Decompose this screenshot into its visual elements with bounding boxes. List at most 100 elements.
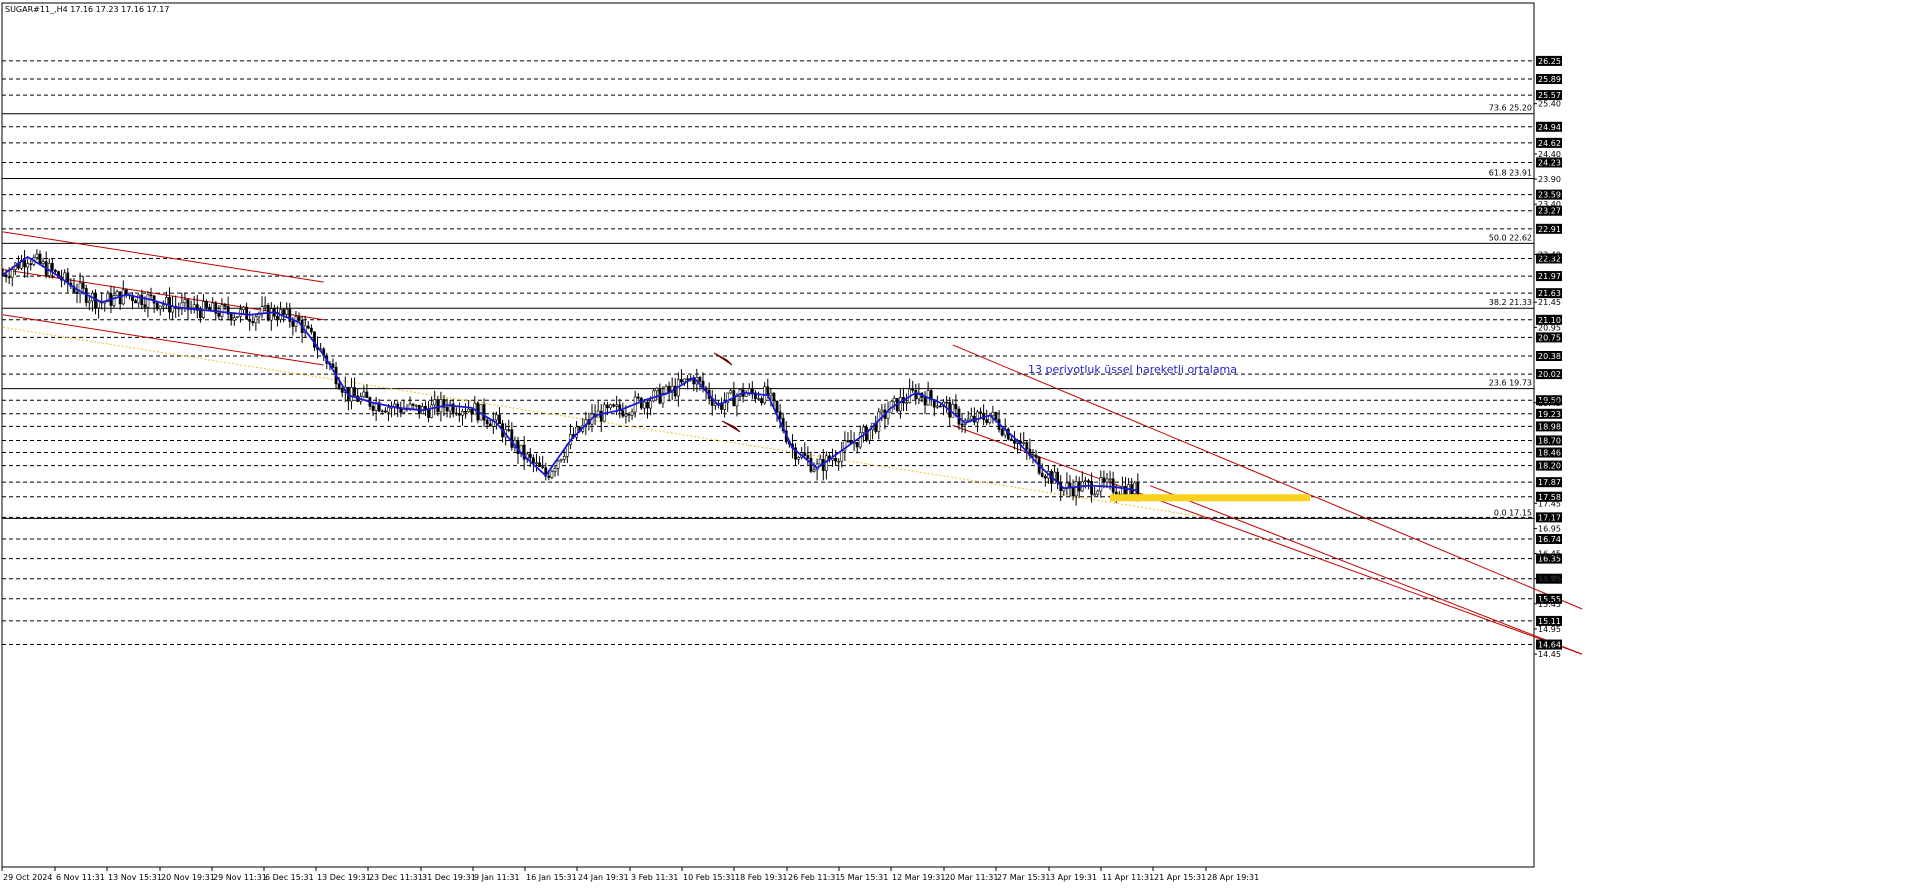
candle-body	[488, 423, 492, 427]
candle-body	[371, 405, 375, 411]
price-level-label: 25.89	[1538, 75, 1561, 84]
candle-body	[556, 460, 560, 469]
price-level-label: 23.59	[1538, 191, 1561, 200]
candle-body	[880, 409, 884, 413]
candle-body	[1090, 481, 1093, 495]
candle-body	[824, 455, 828, 472]
candle-body	[507, 429, 511, 431]
time-tick-label: 20 Nov 19:31	[161, 873, 215, 882]
candle-body	[297, 316, 301, 321]
price-level-label: 18.98	[1538, 422, 1561, 431]
candle-body	[383, 410, 387, 413]
price-level-label: 20.02	[1538, 370, 1561, 379]
time-tick-label: 31 Dec 19:31	[422, 873, 476, 882]
candle-body	[935, 405, 939, 408]
price-level-label: 22.91	[1538, 225, 1561, 234]
time-tick-label: 6 Dec 15:31	[265, 873, 314, 882]
price-level-label: 24.23	[1538, 158, 1561, 167]
candle-body	[945, 401, 949, 404]
candle-body	[445, 407, 449, 412]
candle-body	[192, 304, 196, 309]
candle-body	[840, 450, 844, 462]
candle-body	[81, 282, 85, 289]
candle-body	[158, 305, 162, 310]
candle-body	[649, 400, 652, 409]
candle-body	[97, 301, 100, 309]
price-level-label: 24.94	[1538, 123, 1561, 132]
candle-body	[923, 397, 927, 406]
candle-body	[803, 452, 807, 456]
candle-body	[939, 405, 942, 408]
time-tick-label: 26 Feb 11:31	[788, 873, 840, 882]
candle-body	[769, 392, 773, 396]
candle-body	[750, 388, 754, 394]
candle-body	[229, 313, 233, 321]
support-zone-rect	[1110, 494, 1310, 502]
candle-body	[427, 409, 430, 418]
candle-body	[775, 400, 779, 413]
candle-body	[10, 269, 14, 278]
candle-body	[87, 300, 91, 304]
candle-body	[541, 466, 545, 469]
candle-body	[553, 467, 557, 472]
candle-body	[94, 293, 97, 309]
candle-body	[680, 379, 683, 383]
price-level-label: 14.64	[1538, 641, 1561, 650]
candle-body	[454, 412, 458, 415]
candle-body	[1009, 438, 1013, 441]
candle-body	[969, 415, 973, 420]
candle-body	[309, 327, 313, 333]
candle-body	[411, 403, 415, 406]
candle-body	[340, 388, 344, 393]
candle-body	[683, 378, 686, 383]
time-tick-label: 9 Jan 11:31	[474, 873, 520, 882]
candle-body	[121, 289, 125, 305]
candle-body	[232, 317, 236, 321]
price-tick-label: 14.45	[1538, 650, 1561, 659]
price-level-label: 18.70	[1538, 436, 1561, 445]
candle-body	[402, 408, 406, 413]
candle-body	[1096, 490, 1100, 495]
price-tick-label: 14.95	[1538, 625, 1561, 634]
candle-body	[954, 404, 958, 410]
time-tick-label: 10 Feb 15:31	[683, 873, 735, 882]
candle-body	[914, 390, 918, 400]
candle-body	[686, 378, 689, 381]
fib-label: 73.6 25.20	[1489, 104, 1532, 113]
price-level-label: 18.20	[1538, 462, 1561, 471]
candle-body	[892, 397, 896, 402]
candle-body	[217, 312, 221, 317]
candle-body	[1031, 454, 1035, 457]
candle-body	[155, 302, 159, 310]
time-tick-label: 13 Dec 19:31	[317, 873, 371, 882]
candle-body	[664, 385, 668, 394]
price-tick-label: 16.45	[1538, 550, 1561, 559]
candle-body	[35, 253, 39, 259]
candle-body	[812, 469, 816, 472]
fib-label: 0.0 17.15	[1494, 508, 1532, 517]
time-tick-label: 29 Oct 2024	[3, 873, 52, 882]
candle-body	[806, 455, 810, 459]
time-tick-label: 5 Mar 15:31	[840, 873, 888, 882]
candle-body	[254, 316, 258, 324]
candle-body	[461, 410, 464, 416]
fib-label: 50.0 22.62	[1489, 233, 1532, 242]
candle-body	[966, 418, 970, 421]
price-tick-label: 15.45	[1538, 600, 1561, 609]
candle-body	[655, 387, 659, 392]
price-tick-label: 20.95	[1538, 323, 1561, 332]
price-tick-label: 23.90	[1538, 175, 1561, 184]
candle-body	[248, 319, 252, 322]
candle-body	[220, 304, 224, 317]
candle-body	[482, 404, 486, 421]
candle-body	[1071, 487, 1075, 497]
candle-body	[760, 398, 764, 404]
candle-body	[263, 305, 267, 308]
candle-body	[285, 308, 289, 315]
price-level-label: 16.74	[1538, 535, 1561, 544]
candle-body	[510, 429, 514, 448]
candle-body	[735, 396, 739, 407]
price-chart[interactable]: 73.6 25.20 61.8 23.91 50.0 22.62 38.2 21.33…	[0, 0, 1916, 888]
candle-body	[353, 387, 356, 397]
price-level-label: 19.23	[1538, 410, 1561, 419]
